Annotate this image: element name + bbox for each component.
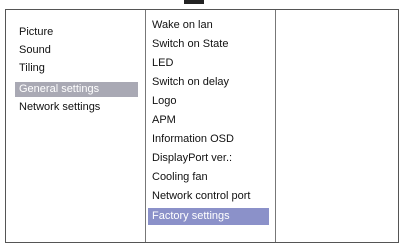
- submenu-item-switch-on-delay[interactable]: Switch on delay: [148, 74, 269, 91]
- submenu-item-switch-on-state[interactable]: Switch on State: [148, 36, 269, 53]
- submenu-item-led[interactable]: LED: [148, 55, 269, 72]
- column-divider: [275, 10, 276, 242]
- menu-item-general-settings[interactable]: General settings: [15, 82, 138, 97]
- top-notch: [184, 0, 204, 4]
- column-divider: [145, 10, 146, 242]
- submenu-item-network-control-port[interactable]: Network control port: [148, 188, 269, 205]
- submenu-item-cooling-fan[interactable]: Cooling fan: [148, 169, 269, 186]
- submenu-item-logo[interactable]: Logo: [148, 93, 269, 110]
- menu-item-picture[interactable]: Picture: [15, 25, 138, 40]
- menu-item-network-settings[interactable]: Network settings: [15, 100, 138, 115]
- submenu-item-apm[interactable]: APM: [148, 112, 269, 129]
- menu-item-tiling[interactable]: Tiling: [15, 61, 138, 76]
- submenu-item-displayport-version[interactable]: DisplayPort ver.:: [148, 150, 269, 167]
- submenu-item-factory-settings[interactable]: Factory settings: [148, 208, 269, 225]
- menu-item-sound[interactable]: Sound: [15, 43, 138, 58]
- submenu-item-wake-on-lan[interactable]: Wake on lan: [148, 17, 269, 34]
- submenu-item-information-osd[interactable]: Information OSD: [148, 131, 269, 148]
- osd-menu-frame: Picture Sound Tiling General settings Ne…: [5, 9, 399, 243]
